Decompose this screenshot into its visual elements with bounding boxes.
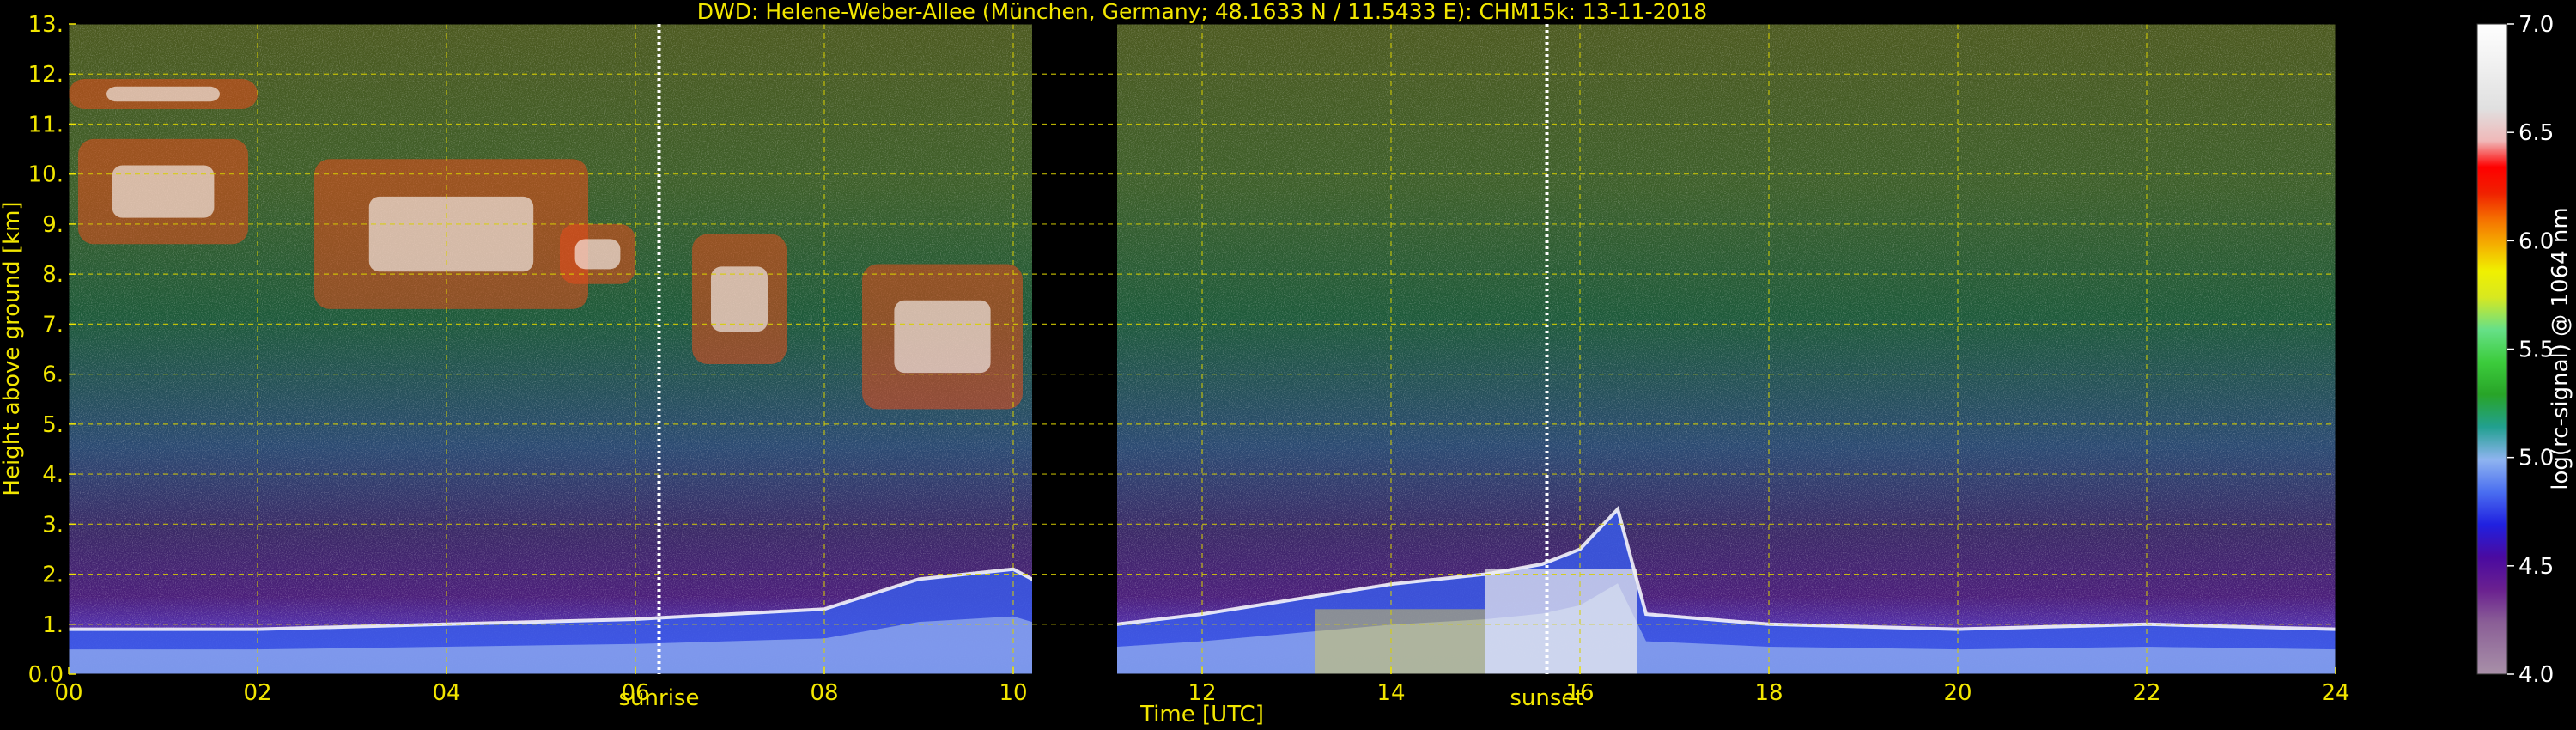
chart-title: DWD: Helene-Weber-Allee (München, German… — [697, 0, 1707, 24]
y-tick-label: 6. — [42, 362, 64, 388]
y-tick-label: 0.0 — [28, 662, 64, 688]
cloud-core — [574, 239, 621, 270]
y-tick-label: 11. — [28, 112, 64, 137]
x-tick-label: 10 — [999, 680, 1027, 706]
x-tick-label: 20 — [1943, 680, 1971, 706]
ceilometer-chart: 00 02 04 06 08 10 12 14 16 18 20 22 240.01.2.3.4.5.6… — [0, 0, 2573, 727]
colorbar: 4.04.55.05.56.06.57.0 log(rc-signal) @ 1… — [2476, 12, 2573, 688]
y-tick-label: 10. — [28, 162, 64, 188]
y-tick-label: 1. — [42, 612, 64, 638]
colorbar-scale — [2476, 23, 2508, 675]
y-tick-label: 7. — [42, 312, 64, 338]
y-tick-label: 3. — [42, 512, 64, 538]
y-tick-label: 8. — [42, 262, 64, 288]
data-gap — [1032, 24, 1117, 674]
colorbar-label: log(rc-signal) @ 1064 nm — [2548, 207, 2573, 490]
cloud-core — [106, 86, 220, 102]
x-tick-label: 22 — [2132, 680, 2160, 706]
cloud-core — [711, 266, 768, 332]
colorbar-tick-label: 7.0 — [2518, 12, 2554, 38]
y-tick-label: 2. — [42, 563, 64, 588]
cloud-core — [112, 165, 215, 218]
y-tick-label: 4. — [42, 462, 64, 488]
x-axis-label: Time [UTC] — [1139, 702, 1264, 727]
cloud-core — [368, 196, 534, 272]
x-tick-label: 24 — [2321, 680, 2349, 706]
x-tick-label: 14 — [1376, 680, 1405, 706]
colorbar-tick-label: 6.5 — [2518, 120, 2554, 146]
y-tick-label: 13. — [28, 12, 64, 38]
colorbar-tick-label: 4.5 — [2518, 554, 2554, 580]
y-tick-label: 12. — [28, 62, 64, 88]
plot-area — [69, 24, 2336, 674]
sunset-label: sunset — [1510, 685, 1583, 711]
y-tick-label: 9. — [42, 212, 64, 238]
colorbar-tick-label: 4.0 — [2518, 662, 2554, 688]
x-tick-label: 02 — [243, 680, 271, 706]
y-tick-label: 5. — [42, 412, 64, 438]
sunrise-label: sunrise — [619, 685, 700, 711]
x-tick-label: 04 — [432, 680, 460, 706]
convective-cloud — [1485, 569, 1637, 674]
cloud-core — [894, 300, 991, 374]
mixed-layer-signal — [1315, 609, 1485, 674]
x-tick-label: 08 — [810, 680, 838, 706]
x-tick-label: 18 — [1754, 680, 1783, 706]
y-axis-label: Height above ground [km] — [0, 201, 25, 496]
